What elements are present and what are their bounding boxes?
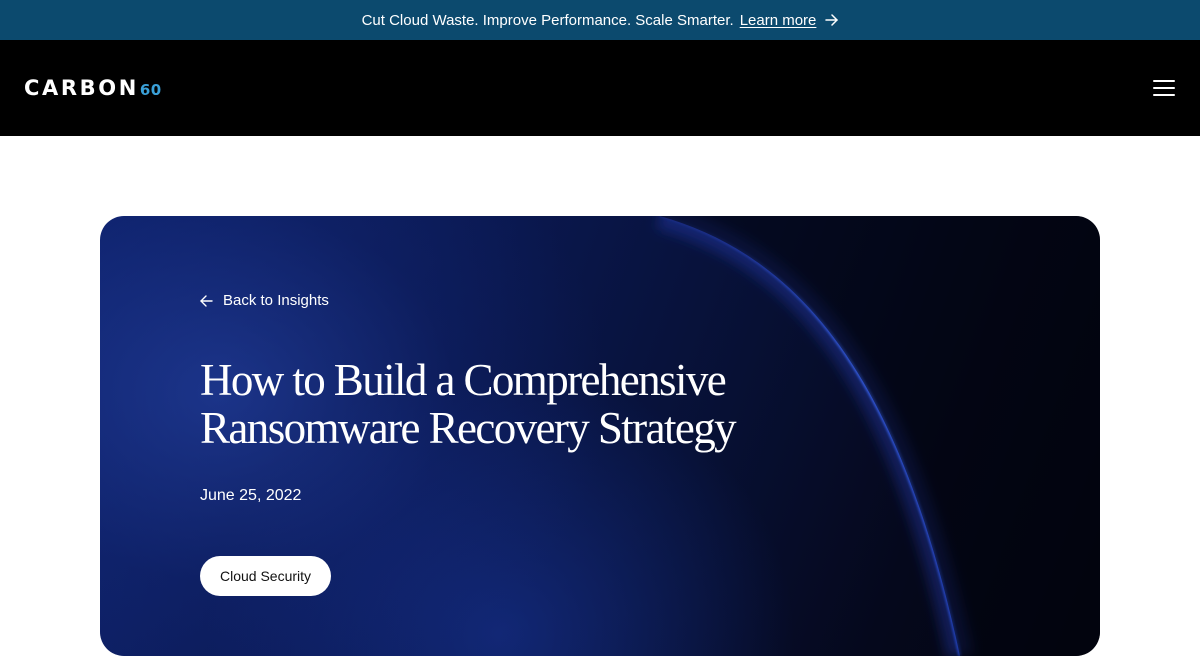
logo-number: 60 (139, 81, 162, 99)
article-title: How to Build a Comprehensive Ransomware … (200, 355, 737, 453)
menu-line (1153, 87, 1175, 89)
announcement-bar: Cut Cloud Waste. Improve Performance. Sc… (0, 0, 1200, 40)
back-link-label: Back to Insights (223, 292, 329, 309)
site-header: CARBON 60 (0, 40, 1200, 136)
hero-card: Back to Insights How to Build a Comprehe… (100, 216, 1100, 656)
category-tag-button[interactable]: Cloud Security (200, 556, 332, 596)
announcement-message: Cut Cloud Waste. Improve Performance. Sc… (361, 11, 734, 29)
arrow-left-icon (200, 294, 213, 307)
logo-word: CARBON (24, 76, 139, 100)
logo[interactable]: CARBON 60 (24, 76, 162, 100)
learn-more-link[interactable]: Learn more (740, 12, 817, 29)
menu-line (1153, 94, 1175, 96)
arrow-right-icon[interactable] (825, 14, 839, 26)
back-to-insights-link[interactable]: Back to Insights (200, 292, 329, 309)
article-date: June 25, 2022 (200, 487, 302, 504)
category-tag-label: Cloud Security (220, 568, 312, 584)
menu-line (1153, 80, 1175, 82)
hamburger-menu-icon[interactable] (1152, 76, 1176, 100)
